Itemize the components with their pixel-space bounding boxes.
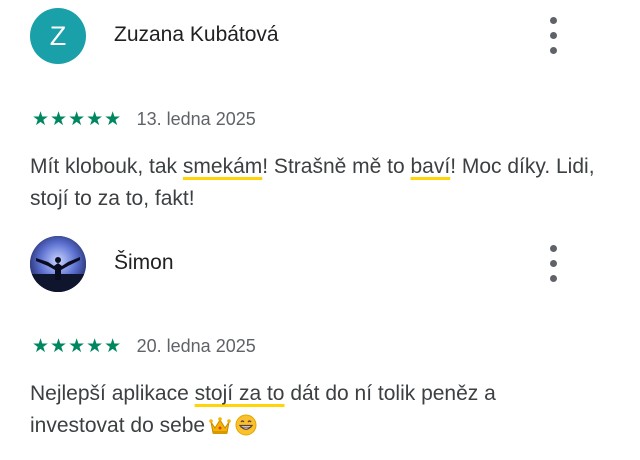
review-text-part: ! Strašně mě to xyxy=(262,155,411,178)
review-text-part: Nejlepší aplikace xyxy=(30,382,195,405)
more-options-button[interactable] xyxy=(540,242,568,286)
review-card: Z Zuzana Kubátová ★★★★★ 13. ledna 2025 M… xyxy=(0,0,640,228)
review-card: Šimon ★★★★★ 20. ledna 2025 Nejlepší apli… xyxy=(0,228,640,460)
avatar-letter: Z xyxy=(49,21,67,51)
star-rating: ★★★★★ xyxy=(32,336,123,357)
review-date: 13. ledna 2025 xyxy=(136,109,256,129)
highlighted-phrase: stojí za to xyxy=(194,382,285,405)
review-date: 20. ledna 2025 xyxy=(136,336,256,356)
rating-row: ★★★★★ 20. ledna 2025 xyxy=(32,335,256,359)
star-rating: ★★★★★ xyxy=(32,109,123,130)
review-text: Mít klobouk, tak smekám! Strašně mě to b… xyxy=(30,151,595,215)
review-header: Z Zuzana Kubátová xyxy=(30,8,610,64)
avatar-photo-silhouette xyxy=(30,236,86,292)
crown-emoji xyxy=(209,414,231,446)
avatar: Z xyxy=(30,8,86,64)
highlighted-word: smekám xyxy=(182,155,263,178)
avatar xyxy=(30,236,86,292)
review-text-part: Mít klobouk, tak xyxy=(30,155,183,178)
highlighted-word: baví xyxy=(410,155,451,178)
rating-row: ★★★★★ 13. ledna 2025 xyxy=(32,108,256,132)
grinning-face-emoji xyxy=(235,414,257,446)
review-header: Šimon xyxy=(30,236,610,292)
more-options-button[interactable] xyxy=(540,14,568,58)
review-author: Šimon xyxy=(114,251,174,274)
review-text: Nejlepší aplikace stojí za to dát do ní … xyxy=(30,378,595,446)
review-author: Zuzana Kubátová xyxy=(114,23,279,46)
